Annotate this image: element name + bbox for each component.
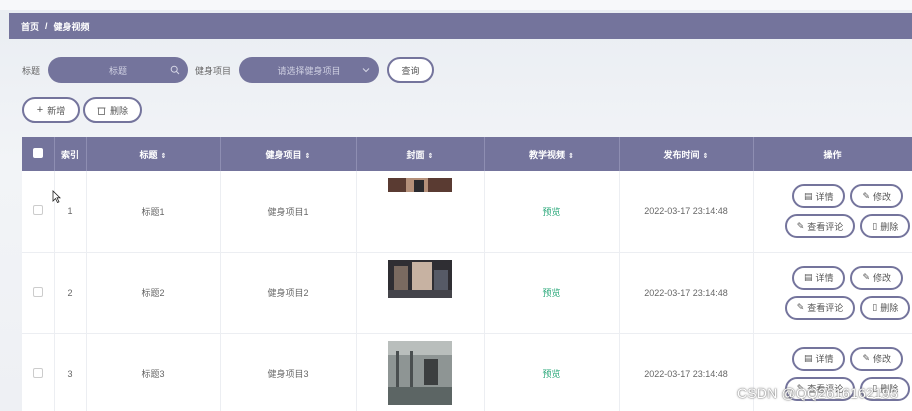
sort-icon[interactable]: ⇕ (305, 153, 311, 160)
pencil-icon: ✎ (796, 302, 805, 312)
header-index: 索引 (54, 137, 87, 171)
sort-icon[interactable]: ⇕ (703, 153, 709, 160)
delete-button-label: 删除 (109, 105, 128, 116)
view-comments-button[interactable]: ✎ 查看评论 (784, 295, 856, 320)
table-header-row: 索引 标题 ⇕ 健身项目 ⇕ 封面 ⇕ 教学视频 ⇕ 发布时间 ⇕ 操作 (22, 137, 912, 171)
select-all-header[interactable] (22, 137, 55, 171)
trash-icon: ▯ (872, 302, 878, 312)
table-row: 1 标题1 健身项目1 预览 2022-03-17 23:14:48 ▤详情 (22, 171, 912, 253)
select-all-checkbox[interactable] (32, 148, 43, 158)
row-cover (356, 171, 485, 253)
query-button-label: 查询 (401, 65, 420, 76)
video-preview-link[interactable]: 预览 (542, 369, 560, 379)
sort-icon[interactable]: ⇕ (568, 153, 574, 160)
delete-button[interactable]: ▯ 删除 (860, 214, 911, 239)
pencil-icon: ✎ (862, 190, 871, 201)
pencil-icon: ✎ (862, 353, 871, 363)
video-preview-link[interactable]: 预览 (542, 207, 560, 217)
row-actions: ▤ 详情 ✎ 修改 ✎ 查看评论 ▯ 删除 (754, 184, 912, 239)
mouse-cursor-icon (52, 190, 61, 203)
row-publish-time: 2022-03-17 23:14:48 (619, 333, 754, 411)
row-publish-time: 2022-03-17 23:14:48 (619, 252, 754, 334)
watermark: CSDN @QQ2616162193 (736, 385, 898, 401)
pencil-icon: ✎ (862, 272, 871, 282)
row-project: 健身项目3 (220, 333, 357, 411)
chevron-down-icon (362, 68, 370, 73)
search-icon (170, 65, 180, 75)
project-placeholder: 请选择健身项目 (277, 65, 341, 76)
add-button[interactable]: + 新增 (22, 97, 80, 123)
header-cover[interactable]: 封面 ⇕ (356, 137, 485, 171)
edit-button[interactable]: ✎ 修改 (850, 346, 904, 371)
table-row: 2 标题2 健身项目2 预览 2022-03-17 23:14:48 ▤ 详情 … (22, 252, 912, 334)
project-select[interactable]: 请选择健身项目 (239, 57, 379, 83)
row-title: 标题2 (86, 252, 221, 334)
document-icon: ▤ (803, 190, 813, 201)
row-checkbox[interactable] (32, 286, 43, 297)
detail-button[interactable]: ▤ 详情 (791, 265, 846, 290)
header-publish-time[interactable]: 发布时间 ⇕ (619, 137, 754, 171)
row-checkbox[interactable] (32, 367, 43, 378)
row-index: 3 (54, 333, 87, 411)
edit-button[interactable]: ✎ 修改 (850, 265, 904, 290)
trash-icon: ▯ (872, 220, 878, 231)
document-icon: ▤ (803, 272, 813, 282)
sort-icon[interactable]: ⇕ (428, 153, 434, 160)
view-comments-button[interactable]: ✎ 查看评论 (784, 214, 856, 239)
cover-image[interactable] (388, 178, 452, 192)
breadcrumb-home[interactable]: 首页 (21, 20, 39, 33)
plus-icon: + (36, 104, 44, 116)
title-label: 标题 (22, 65, 41, 76)
breadcrumb-current: 健身视频 (53, 21, 90, 32)
batch-delete-button[interactable]: 删除 (83, 97, 142, 123)
add-button-label: 新增 (47, 105, 66, 116)
video-table: 索引 标题 ⇕ 健身项目 ⇕ 封面 ⇕ 教学视频 ⇕ 发布时间 ⇕ 操作 1 标题1 健身… (22, 137, 912, 411)
trash-icon (97, 107, 106, 115)
project-label: 健身项目 (195, 65, 232, 76)
top-strip (0, 0, 912, 10)
query-button[interactable]: 查询 (387, 57, 434, 83)
sort-icon[interactable]: ⇕ (161, 153, 167, 160)
edit-button[interactable]: ✎ 修改 (850, 184, 904, 209)
row-index: 2 (54, 252, 87, 334)
row-cover (356, 333, 485, 411)
cover-image[interactable] (388, 340, 452, 405)
row-checkbox[interactable] (32, 205, 43, 216)
delete-button[interactable]: ▯ 删除 (860, 295, 911, 320)
row-project: 健身项目2 (220, 252, 357, 334)
header-ops: 操作 (753, 137, 912, 171)
breadcrumb-separator: / (45, 21, 48, 31)
document-icon: ▤ (803, 353, 813, 363)
pencil-icon: ✎ (796, 220, 805, 231)
row-project: 健身项目1 (220, 171, 357, 253)
row-actions: ▤ 详情 ✎ 修改 ✎ 查看评论 ▯ 删除 (754, 265, 912, 320)
title-placeholder: 标题 (108, 65, 127, 76)
search-form: 标题 标题 健身项目 请选择健身项目 查询 (22, 57, 434, 83)
row-title: 标题1 (86, 171, 221, 253)
header-title[interactable]: 标题 ⇕ (86, 137, 221, 171)
header-video[interactable]: 教学视频 ⇕ (484, 137, 620, 171)
cover-image[interactable] (388, 259, 452, 298)
action-bar: + 新增 删除 (22, 97, 142, 123)
row-index: 1 (54, 171, 87, 253)
breadcrumb: 首页 / 健身视频 (9, 13, 912, 39)
video-preview-link[interactable]: 预览 (542, 288, 560, 298)
row-publish-time: 2022-03-17 23:14:48 (619, 171, 754, 253)
row-cover (356, 252, 485, 334)
detail-button[interactable]: ▤ 详情 (791, 184, 846, 209)
title-search-input[interactable]: 标题 (48, 57, 188, 83)
row-title: 标题3 (86, 333, 221, 411)
detail-button[interactable]: ▤ 详情 (791, 346, 846, 371)
header-project[interactable]: 健身项目 ⇕ (220, 137, 357, 171)
